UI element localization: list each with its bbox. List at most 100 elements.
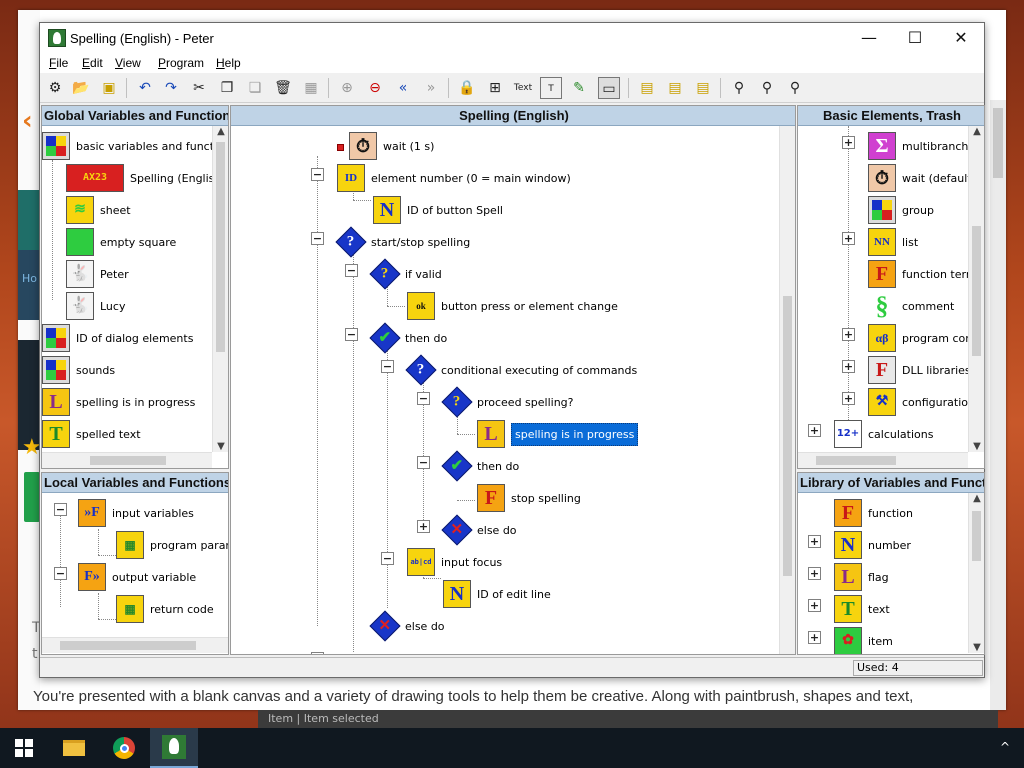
menu-help[interactable]: Help xyxy=(216,56,241,70)
grid-icon[interactable]: ⊞ xyxy=(484,77,506,99)
global-tree-item[interactable]: sounds xyxy=(42,354,115,386)
local-hscroll[interactable] xyxy=(42,637,228,653)
expand-toggle[interactable]: + xyxy=(808,567,821,580)
scroll-thumb[interactable] xyxy=(60,641,196,650)
open-icon[interactable]: 📂 xyxy=(70,77,92,99)
global-tree-item[interactable]: Lspelling is in progress xyxy=(42,386,195,418)
expand-toggle[interactable]: + xyxy=(842,392,855,405)
library-tree-item[interactable]: Lflag xyxy=(834,561,889,593)
text-box-icon[interactable]: T xyxy=(540,77,562,99)
scroll-up-arrow[interactable]: ▲ xyxy=(969,126,984,137)
find-next-icon[interactable]: ⚲ xyxy=(784,77,806,99)
copy-icon[interactable]: ❐ xyxy=(216,77,238,99)
program-vscroll[interactable] xyxy=(779,126,795,654)
text-tool-icon[interactable]: Text xyxy=(512,77,534,99)
center-tree-item[interactable]: ⏱ wait (1 s) xyxy=(349,130,434,162)
expand-toggle[interactable]: − xyxy=(54,503,67,516)
scroll-up-arrow[interactable]: ▲ xyxy=(969,493,984,504)
menu-edit[interactable]: Edit xyxy=(82,56,103,70)
scroll-down-arrow[interactable]: ▼ xyxy=(969,441,984,452)
taskbar-chrome[interactable] xyxy=(100,728,148,768)
local-tree-item[interactable]: ▦ program parameters xyxy=(116,529,228,561)
global-tree-item[interactable]: ID of dialog elements xyxy=(42,322,193,354)
title-bar[interactable]: Spelling (English) - Peter — ☐ ✕ xyxy=(40,23,984,53)
expand-toggle[interactable]: − xyxy=(417,392,430,405)
expand-toggle[interactable]: + xyxy=(842,136,855,149)
save-icon[interactable]: ▣ xyxy=(98,77,120,99)
expand-toggle[interactable] xyxy=(311,652,324,654)
expand-toggle[interactable]: + xyxy=(842,232,855,245)
center-tree-item[interactable]: Lspelling is in progress xyxy=(477,418,639,450)
binoculars-icon[interactable]: ⚲ xyxy=(728,77,750,99)
minimize-button[interactable]: — xyxy=(846,23,892,53)
center-tree-item[interactable]: ? start/stop spelling xyxy=(335,226,470,258)
expand-toggle[interactable]: − xyxy=(54,567,67,580)
center-tree-item[interactable]: ? proceed spelling? xyxy=(441,386,574,418)
global-tree-item[interactable]: empty square xyxy=(66,226,176,258)
forward-icon[interactable]: » xyxy=(420,77,442,99)
basic-vscroll[interactable]: ▲ ▼ xyxy=(968,126,984,452)
center-tree-item[interactable]: N ID of edit line xyxy=(443,578,551,610)
center-tree-item[interactable]: ✔ then do xyxy=(441,450,519,482)
library-vscroll[interactable]: ▲ ▼ xyxy=(968,493,984,653)
scroll-thumb[interactable] xyxy=(783,296,792,576)
undo-icon[interactable]: ↶ xyxy=(134,77,156,99)
local-tree-item[interactable]: ▦ return code xyxy=(116,593,214,625)
expand-toggle[interactable]: − xyxy=(417,456,430,469)
center-tree-item[interactable]: ✔ then do xyxy=(369,322,447,354)
expand-toggle[interactable]: − xyxy=(311,232,324,245)
background-scrollbar[interactable] xyxy=(990,100,1006,710)
center-tree-item[interactable]: ab|cd input focus xyxy=(407,546,502,578)
scroll-down-arrow[interactable]: ▼ xyxy=(213,441,228,452)
basic-tree-item[interactable]: 12+ calculations xyxy=(834,418,933,450)
local-tree-item[interactable]: F» output variable xyxy=(78,561,196,593)
taskbar-app[interactable] xyxy=(150,728,198,768)
expand-toggle[interactable]: + xyxy=(842,360,855,373)
scroll-thumb[interactable] xyxy=(90,456,166,465)
zoom-out-icon[interactable]: ⊖ xyxy=(364,77,386,99)
local-tree-item[interactable]: »F input variables xyxy=(78,497,194,529)
back-icon[interactable]: « xyxy=(392,77,414,99)
breakpoint-icon[interactable] xyxy=(337,144,344,151)
scroll-up-arrow[interactable]: ▲ xyxy=(213,126,228,137)
taskbar-explorer[interactable] xyxy=(50,728,98,768)
basic-tree-item[interactable]: group xyxy=(868,194,934,226)
page-up-icon[interactable]: ▤ xyxy=(664,77,686,99)
global-tree-item[interactable]: 🐇 Peter xyxy=(66,258,129,290)
window-icon[interactable]: ▭ xyxy=(598,77,620,99)
background-link[interactable]: Ho xyxy=(22,272,37,285)
global-tree-item[interactable]: 🐇 Lucy xyxy=(66,290,125,322)
background-scrollbar-thumb[interactable] xyxy=(993,108,1003,178)
delete-icon[interactable]: 🗑 xyxy=(272,77,294,99)
library-tree-item[interactable]: ✿ item xyxy=(834,625,893,654)
center-tree-item[interactable]: ID element number (0 = main window) xyxy=(337,162,571,194)
expand-toggle[interactable]: − xyxy=(381,552,394,565)
expand-toggle[interactable]: + xyxy=(417,520,430,533)
expand-toggle[interactable]: − xyxy=(345,328,358,341)
menu-program[interactable]: Program xyxy=(158,56,204,70)
center-tree-item[interactable]: ok button press or element change xyxy=(407,290,618,322)
tray-chevron-icon[interactable]: ^ xyxy=(1000,740,1010,754)
find-prev-icon[interactable]: ⚲ xyxy=(756,77,778,99)
expand-toggle[interactable]: + xyxy=(808,599,821,612)
global-tree-item[interactable]: Tspelled text xyxy=(42,418,141,450)
center-tree-item[interactable]: ✕ else do xyxy=(441,514,517,546)
cut-icon[interactable]: ✂ xyxy=(188,77,210,99)
center-tree-item[interactable]: ? conditional executing of commands xyxy=(405,354,637,386)
expand-toggle[interactable]: − xyxy=(381,360,394,373)
center-tree-item[interactable]: ✕ else do xyxy=(369,610,445,642)
global-tree-item[interactable]: basic variables and functions xyxy=(42,130,228,162)
scroll-thumb[interactable] xyxy=(816,456,896,465)
basic-tree-item[interactable]: F DLL libraries xyxy=(868,354,971,386)
close-button[interactable]: ✕ xyxy=(938,23,984,53)
global-tree-item[interactable]: AX23 Spelling (English) xyxy=(66,162,226,194)
maximize-button[interactable]: ☐ xyxy=(892,23,938,53)
basic-tree-item[interactable]: ⏱ wait (default) xyxy=(868,162,976,194)
menu-view[interactable]: View xyxy=(115,56,141,70)
start-button[interactable] xyxy=(0,728,48,768)
global-hscroll[interactable] xyxy=(42,452,212,468)
center-tree-item[interactable]: N ID of button Spell xyxy=(373,194,503,226)
zoom-in-icon[interactable]: ⊕ xyxy=(336,77,358,99)
background-green-button[interactable] xyxy=(24,472,40,522)
global-tree-item[interactable]: ≋ sheet xyxy=(66,194,131,226)
